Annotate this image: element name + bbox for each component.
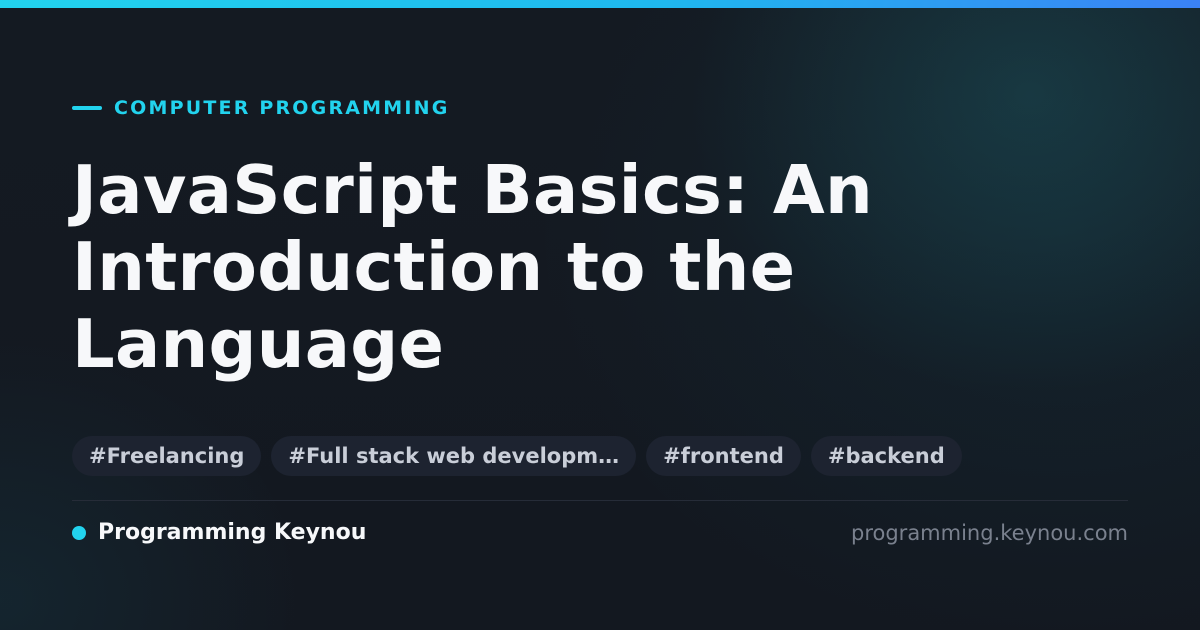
tag-backend[interactable]: #backend: [810, 436, 962, 476]
page-title: JavaScript Basics: An Introduction to th…: [72, 151, 874, 383]
footer-divider: [72, 500, 1128, 501]
tag-full-stack-web-development[interactable]: #Full stack web developm…: [271, 436, 637, 476]
tag-freelancing[interactable]: #Freelancing: [72, 436, 262, 476]
accent-top-bar: [0, 0, 1200, 8]
brand-row: Programming Keynou: [72, 518, 366, 548]
category-row: COMPUTER PROGRAMMING: [72, 94, 450, 122]
tag-list: #Freelancing #Full stack web developm… #…: [72, 436, 962, 476]
site-url: programming.keynou.com: [851, 521, 1128, 545]
tag-frontend[interactable]: #frontend: [646, 436, 801, 476]
category-label: COMPUTER PROGRAMMING: [114, 97, 450, 119]
brand-dot-icon: [72, 526, 86, 540]
brand-name: Programming Keynou: [98, 520, 367, 545]
share-card: COMPUTER PROGRAMMING JavaScript Basics: …: [0, 0, 1200, 630]
accent-dash-icon: [72, 106, 102, 110]
